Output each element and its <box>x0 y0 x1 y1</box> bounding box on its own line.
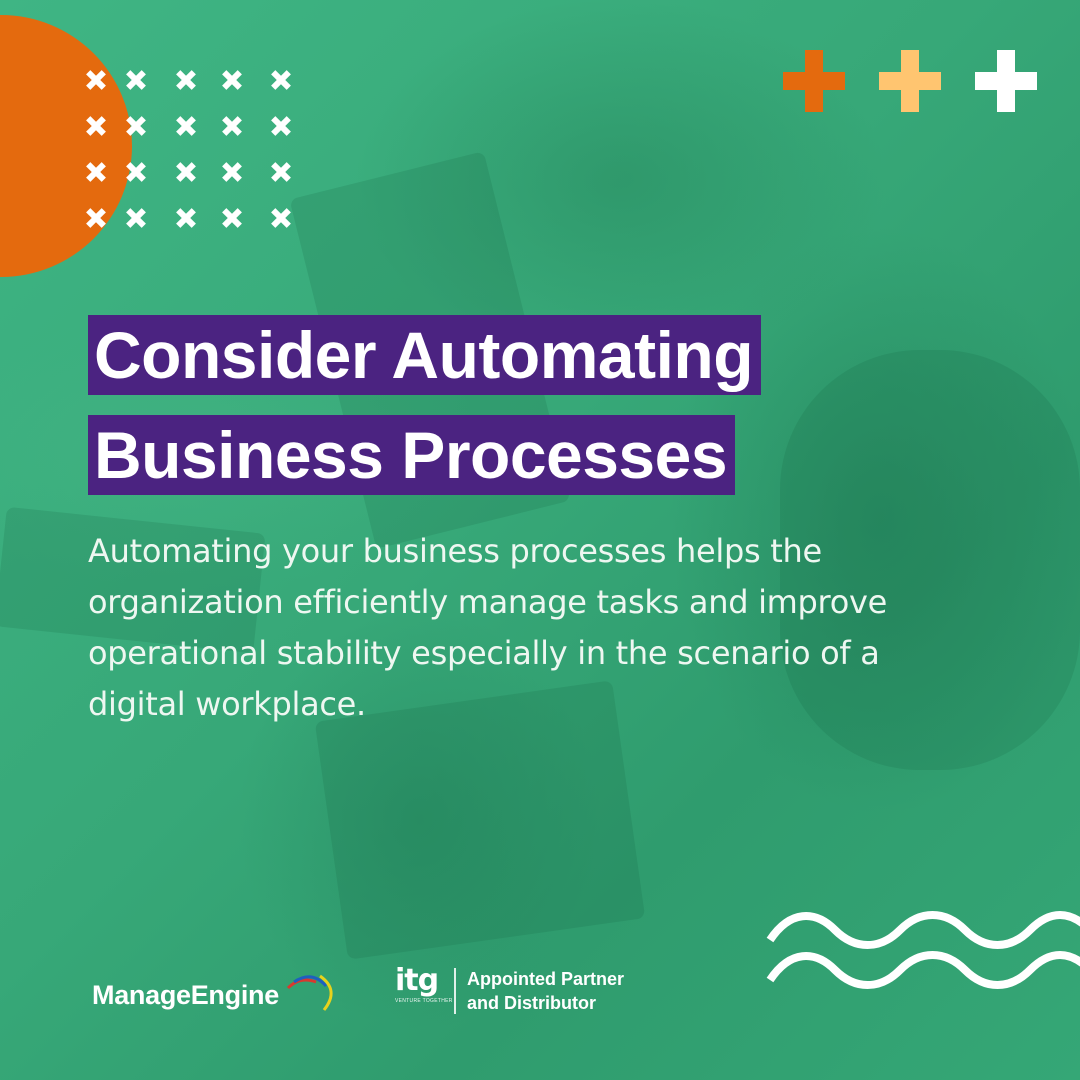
x-mark-icon <box>176 70 196 90</box>
x-mark-icon <box>271 208 291 228</box>
x-mark-icon <box>176 208 196 228</box>
wave-lines-decoration <box>766 911 1080 989</box>
manageengine-arc-icon <box>286 974 333 1011</box>
x-mark-icon <box>86 208 106 228</box>
x-mark-icon <box>176 162 196 182</box>
x-mark-icon <box>126 208 146 228</box>
orange-plus-icon <box>783 50 845 112</box>
logo-divider <box>454 968 456 1014</box>
headline: Consider Automating Business Processes <box>88 315 762 495</box>
partner-line-1: Appointed Partner <box>467 969 625 989</box>
x-pattern-decoration <box>86 70 296 230</box>
headline-line-2: Business Processes <box>88 415 736 495</box>
x-mark-icon <box>222 208 242 228</box>
x-mark-icon <box>222 116 242 136</box>
light-orange-plus-icon <box>879 50 941 112</box>
x-mark-icon <box>271 70 291 90</box>
partner-line-2: and Distributor <box>467 993 596 1013</box>
itg-logo: itg VENTURE TOGETHER <box>395 963 453 1005</box>
x-mark-icon <box>222 70 242 90</box>
itg-tagline: VENTURE TOGETHER <box>395 998 453 1004</box>
headline-line-1: Consider Automating <box>88 315 762 395</box>
x-mark-icon <box>126 70 146 90</box>
x-mark-icon <box>271 162 291 182</box>
wave-line <box>766 911 1080 949</box>
promo-card: Consider Automating Business Processes A… <box>0 0 1080 1080</box>
partner-label: Appointed Partner and Distributor <box>467 967 624 1015</box>
x-mark-icon <box>222 162 242 182</box>
body-paragraph: Automating your business processes helps… <box>88 532 888 723</box>
x-mark-icon <box>126 116 146 136</box>
manageengine-logo: ManageEngine <box>92 980 279 1010</box>
x-mark-icon <box>176 116 196 136</box>
x-mark-icon <box>86 70 106 90</box>
white-plus-icon <box>975 50 1037 112</box>
x-mark-icon <box>126 162 146 182</box>
x-mark-icon <box>86 116 106 136</box>
x-mark-icon <box>86 162 106 182</box>
x-mark-icon <box>271 116 291 136</box>
wave-line <box>766 951 1080 989</box>
itg-wordmark: itg <box>395 963 439 998</box>
